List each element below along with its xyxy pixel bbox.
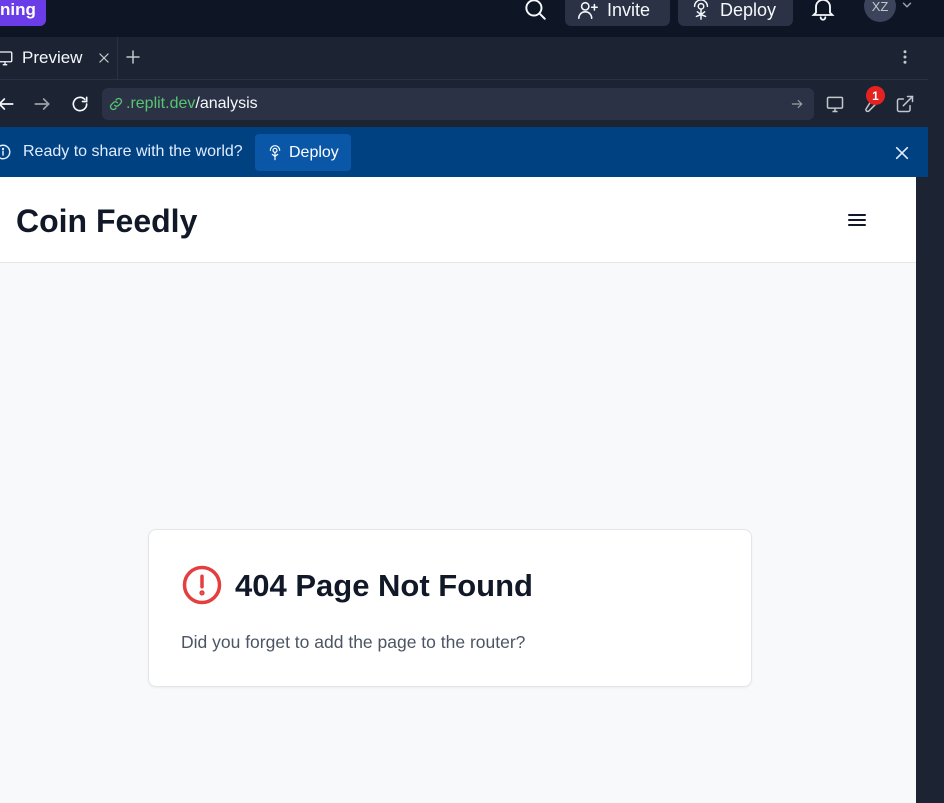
run-status-label: ning: [0, 0, 36, 19]
forward-arrow-icon[interactable]: [32, 94, 52, 114]
avatar[interactable]: XZ: [864, 0, 896, 22]
chevron-down-icon[interactable]: [900, 0, 914, 12]
hamburger-menu-icon[interactable]: [847, 211, 867, 229]
invite-button[interactable]: Invite: [565, 0, 670, 26]
device-preview-icon[interactable]: [825, 94, 845, 114]
top-bar: ning Invite Deploy XZ: [0, 0, 944, 37]
more-options-icon[interactable]: [896, 48, 914, 66]
plus-icon[interactable]: [124, 48, 142, 66]
banner-deploy-button[interactable]: Deploy: [255, 134, 351, 171]
alert-circle-icon: [181, 564, 223, 606]
notification-badge: 1: [866, 86, 885, 105]
avatar-initials: XZ: [871, 0, 889, 14]
deploy-icon: [267, 144, 283, 161]
close-banner-icon[interactable]: [894, 145, 910, 161]
external-link-icon[interactable]: [895, 94, 915, 114]
notification-count: 1: [872, 88, 879, 103]
error-card: 404 Page Not Found Did you forget to add…: [148, 529, 752, 687]
error-title: 404 Page Not Found: [235, 568, 533, 603]
url-path: /analysis: [195, 95, 258, 112]
deploy-button-label: Deploy: [720, 0, 777, 20]
run-status-badge[interactable]: ning: [0, 0, 46, 26]
deploy-banner: Ready to share with the world? Deploy: [0, 127, 928, 177]
app-header: Coin Feedly: [0, 177, 916, 263]
app-title: Coin Feedly: [16, 203, 198, 239]
url-domain: .replit.dev: [126, 95, 196, 112]
monitor-icon: [0, 49, 14, 67]
banner-message: Ready to share with the world?: [23, 143, 243, 160]
deploy-button[interactable]: Deploy: [678, 0, 793, 26]
go-arrow-icon[interactable]: [790, 97, 804, 111]
url-input[interactable]: .replit.dev/analysis: [102, 88, 814, 120]
tab-bar: Preview: [0, 37, 928, 80]
panel-edge: [928, 37, 944, 803]
url-bar: .replit.dev/analysis 1: [0, 80, 928, 127]
close-tab-icon[interactable]: [97, 51, 111, 65]
back-arrow-icon[interactable]: [0, 94, 16, 114]
banner-deploy-label: Deploy: [289, 143, 339, 161]
error-message: Did you forget to add the page to the ro…: [181, 632, 526, 652]
tab-preview-label: Preview: [22, 48, 83, 67]
link-icon: [108, 96, 124, 112]
deploy-icon: [690, 0, 712, 21]
app-preview: Coin Feedly 404 Page Not Found Did you f…: [0, 177, 916, 803]
reload-icon[interactable]: [70, 94, 90, 114]
add-user-icon: [577, 0, 599, 21]
info-icon: [0, 143, 12, 161]
bell-icon[interactable]: [809, 0, 837, 22]
tab-preview[interactable]: Preview: [0, 37, 118, 79]
search-icon[interactable]: [522, 0, 548, 22]
invite-button-label: Invite: [607, 0, 651, 20]
